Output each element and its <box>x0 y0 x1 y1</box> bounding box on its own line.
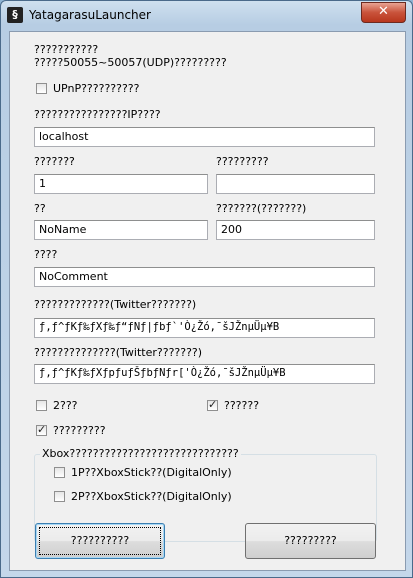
client-area: ??????????? ?????50055~50057(UDP)???????… <box>9 31 406 571</box>
twitter-password-input[interactable]: ƒ‚ƒ^ƒKƒ‰ƒXƒpƒuƒŠƒbƒNƒr['Ò¿Žó‚¯šJŽnµÜµ¥B <box>34 364 375 384</box>
port-title-label: ??????????? <box>34 43 99 56</box>
port-description: ?????50055~50057(UDP)????????? <box>34 56 227 69</box>
ok-button[interactable]: ?????????? <box>35 523 165 559</box>
launcher-window: § YatagarasuLauncher ✕ ??????????? ?????… <box>0 0 413 578</box>
xbox-1p-checkbox[interactable] <box>54 467 65 478</box>
xbox-2p-label: 2P??XboxStick??(DigitalOnly) <box>71 490 232 503</box>
port-left-label: ??????? <box>34 155 75 168</box>
delay-input[interactable]: 200 <box>216 220 375 240</box>
cancel-button[interactable]: ????????? <box>245 523 376 559</box>
name-input[interactable]: NoName <box>34 220 208 240</box>
name-label: ?? <box>34 202 46 215</box>
port-left-input[interactable]: 1 <box>34 174 208 194</box>
twitter-id-input[interactable]: ƒ‚ƒ^ƒKƒ‰ƒXƒ‰ƒ“ƒNƒ|ƒbƒ`'Ò¿Žó‚¯šJŽnµÜµ¥B <box>34 318 375 338</box>
comment-input[interactable]: NoComment <box>34 267 375 287</box>
option1-label: 2??? <box>53 399 78 412</box>
ip-label: ????????????????IP???? <box>34 108 161 121</box>
close-button[interactable]: ✕ <box>361 2 406 23</box>
ip-input[interactable]: localhost <box>34 127 375 147</box>
xbox-group-title: Xbox????????????????????????????? <box>40 447 241 460</box>
option3-checkbox[interactable] <box>36 423 47 436</box>
delay-label: ???????(???????) <box>216 202 307 215</box>
option2-checkbox[interactable] <box>207 398 218 411</box>
comment-label: ???? <box>34 248 58 261</box>
option1-checkbox[interactable] <box>36 400 47 411</box>
port-right-input[interactable] <box>216 174 375 194</box>
xbox-1p-label: 1P??XboxStick??(DigitalOnly) <box>71 466 232 479</box>
xbox-2p-checkbox[interactable] <box>54 491 65 502</box>
port-right-label: ????????? <box>216 155 269 168</box>
option3-label: ????????? <box>53 424 106 437</box>
ok-button-label: ?????????? <box>70 534 130 547</box>
twitter-password-label: ??????????????(Twitter???????) <box>34 346 203 359</box>
option2-label: ?????? <box>224 399 260 412</box>
upnp-checkbox[interactable] <box>36 83 47 94</box>
window-title: YatagarasuLauncher <box>29 8 151 22</box>
app-icon: § <box>7 7 23 23</box>
upnp-label: UPnP?????????? <box>53 82 140 95</box>
title-bar[interactable]: § YatagarasuLauncher ✕ <box>1 1 412 29</box>
twitter-id-label: ?????????????(Twitter???????) <box>34 298 197 311</box>
cancel-button-label: ????????? <box>284 534 337 547</box>
